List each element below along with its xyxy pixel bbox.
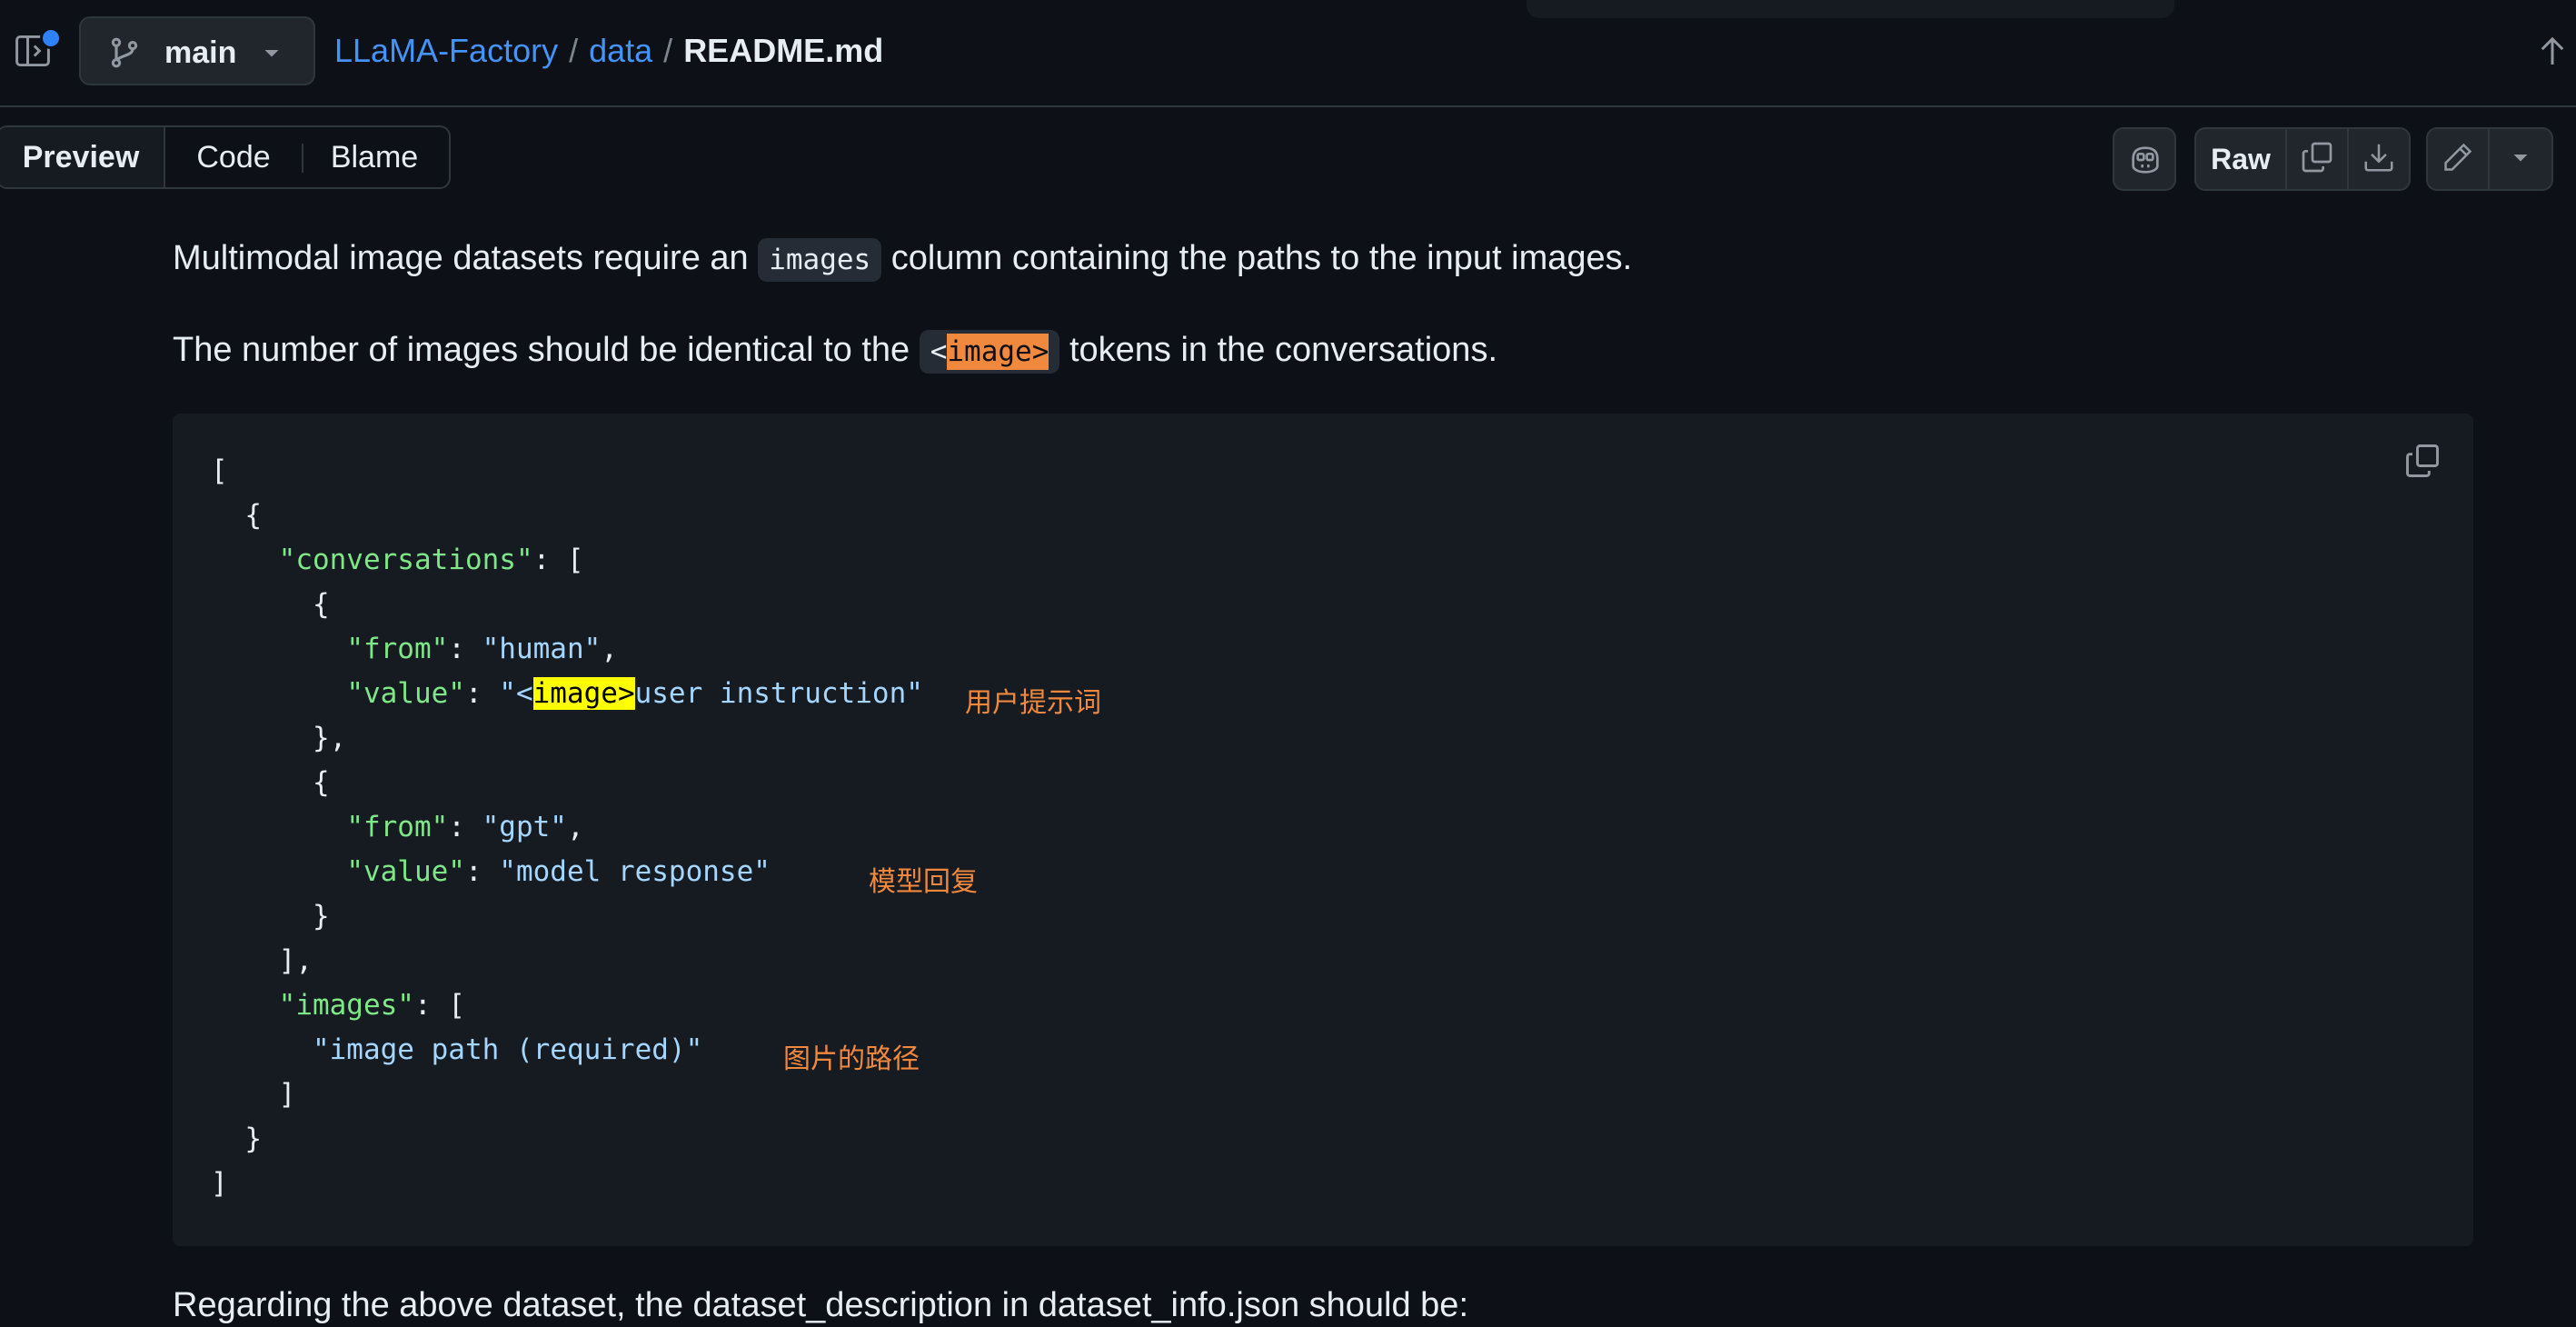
view-tabs: Preview Code Blame <box>0 125 451 189</box>
notification-dot <box>40 27 62 49</box>
code-line: "value": "model response" <box>211 853 771 890</box>
search-highlight: image> <box>532 677 635 710</box>
file-header: main LLaMA-Factory / data / README.md <box>0 0 2576 107</box>
code-punct: [ <box>211 454 228 487</box>
annotation-model-reply: 模型回复 <box>869 866 978 898</box>
code-punct: } <box>211 1122 262 1155</box>
json-string: user instruction" <box>634 677 923 710</box>
code-block: [ { "conversations": [ { "from": "human"… <box>173 414 2473 1246</box>
triangle-down-icon <box>261 42 283 64</box>
more-edit-options-button[interactable] <box>2490 129 2551 189</box>
code-punct: : <box>448 633 482 665</box>
code-punct: } <box>211 900 330 933</box>
json-string: "< <box>499 677 533 710</box>
code-line: "image path (required)" <box>211 1032 702 1068</box>
code-line: "from": "human", <box>211 631 618 667</box>
code-line: "conversations": [ <box>211 542 584 578</box>
branch-selector-button[interactable]: main <box>79 16 315 85</box>
json-string: "model response" <box>499 855 771 888</box>
code-line: { <box>211 764 330 801</box>
paragraph: The number of images should be identical… <box>173 328 1497 374</box>
code-punct: : <box>464 677 500 710</box>
code-line: ] <box>211 1165 228 1202</box>
paragraph-text: Multimodal image datasets require an <box>173 239 749 277</box>
paragraph: Regarding the above dataset, the dataset… <box>173 1286 1469 1324</box>
code-line: { <box>211 497 262 534</box>
code-line: { <box>211 586 330 623</box>
code-punct: : [ <box>532 544 584 576</box>
git-branch-icon <box>108 36 141 69</box>
breadcrumb-folder-link[interactable]: data <box>589 32 652 69</box>
code-punct: }, <box>211 722 347 754</box>
breadcrumb-separator: / <box>569 32 579 69</box>
breadcrumb-current-file: README.md <box>683 32 884 69</box>
raw-label: Raw <box>2211 142 2271 175</box>
code-line: "images": [ <box>211 987 465 1023</box>
paragraph: Multimodal image datasets require an ima… <box>173 236 1632 282</box>
code-punct: { <box>211 588 330 621</box>
code-punct: ] <box>211 1078 296 1111</box>
code-punct: : <box>448 811 482 843</box>
code-line: } <box>211 1121 262 1157</box>
json-key: "images" <box>278 989 414 1022</box>
copy-icon[interactable] <box>2402 441 2442 481</box>
download-icon <box>2362 140 2396 179</box>
json-string: "human" <box>482 633 602 665</box>
code-punct: ] <box>211 1167 228 1200</box>
search-highlight: image <box>947 334 1032 370</box>
code-line: "value": "<image>user instruction" <box>211 675 923 712</box>
floating-panel-edge <box>1527 0 2174 18</box>
copy-icon <box>2299 139 2335 180</box>
annotation-image-path: 图片的路径 <box>783 1043 920 1075</box>
edit-file-button[interactable] <box>2428 129 2491 189</box>
tab-blame[interactable]: Blame <box>302 127 447 187</box>
json-key: "value" <box>346 855 465 888</box>
code-line: [ <box>211 453 228 489</box>
pencil-icon <box>2441 140 2475 179</box>
breadcrumb-repo-link[interactable]: LLaMA-Factory <box>334 32 558 69</box>
arrow-up-icon[interactable] <box>2539 33 2566 69</box>
raw-button[interactable]: Raw <box>2196 129 2287 189</box>
code-punct: { <box>211 499 262 532</box>
json-string: "image path (required)" <box>312 1033 703 1066</box>
raw-actions-group: Raw <box>2194 127 2411 191</box>
code-punct: , <box>601 633 618 665</box>
breadcrumb-separator: / <box>663 32 673 69</box>
triangle-down-icon <box>2510 146 2531 173</box>
paragraph-text: The number of images should be identical… <box>173 331 910 369</box>
inline-code-text: < <box>930 335 948 368</box>
branch-name: main <box>164 35 237 70</box>
copilot-button[interactable] <box>2113 127 2176 191</box>
breadcrumb: LLaMA-Factory / data / README.md <box>334 31 883 71</box>
annotation-user-prompt: 用户提示词 <box>965 687 1101 719</box>
json-key: "value" <box>346 677 465 710</box>
copy-raw-button[interactable] <box>2287 129 2349 189</box>
code-line: ] <box>211 1076 296 1112</box>
copilot-icon <box>2127 142 2163 183</box>
code-line: "from": "gpt", <box>211 809 584 845</box>
json-key: "conversations" <box>278 544 533 576</box>
json-string: "gpt" <box>482 811 567 843</box>
code-punct: , <box>566 811 584 843</box>
inline-code: images <box>758 238 882 282</box>
code-line: }, <box>211 720 346 756</box>
tab-code[interactable]: Code <box>165 127 302 187</box>
code-line: ], <box>211 943 313 979</box>
code-line: } <box>211 898 330 934</box>
paragraph-text: tokens in the conversations. <box>1069 331 1498 369</box>
code-punct: ], <box>211 944 313 977</box>
code-punct: : <box>464 855 500 888</box>
tab-preview[interactable]: Preview <box>0 127 165 187</box>
json-key: "from" <box>346 633 449 665</box>
code-punct: : [ <box>413 989 465 1022</box>
paragraph-text: column containing the paths to the input… <box>890 239 1633 277</box>
json-key: "from" <box>346 811 449 843</box>
inline-code: <image> <box>919 330 1060 374</box>
edit-actions-group <box>2426 127 2553 191</box>
search-highlight: > <box>1031 334 1049 370</box>
download-button[interactable] <box>2349 129 2409 189</box>
code-punct: { <box>211 766 330 799</box>
